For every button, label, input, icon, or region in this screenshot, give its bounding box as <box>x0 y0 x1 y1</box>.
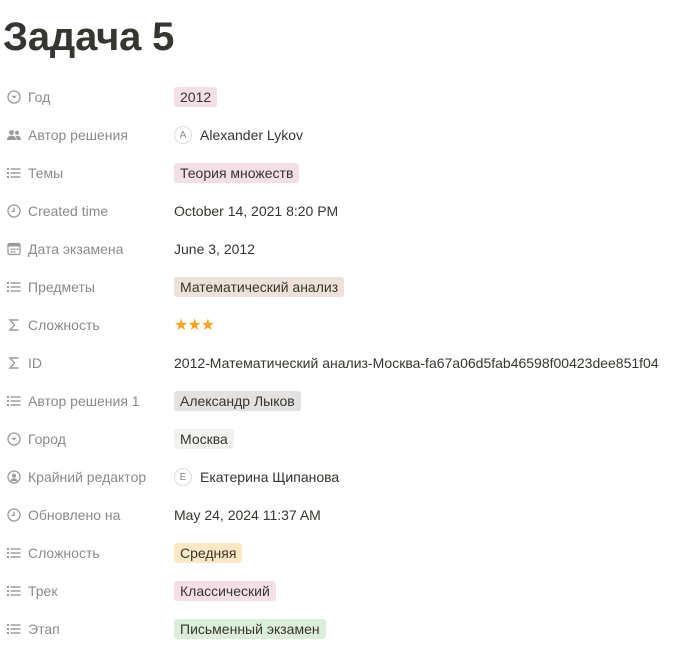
property-label: Темы <box>28 165 64 181</box>
property-label: ID <box>28 355 42 371</box>
property-value[interactable]: Математический анализ <box>174 268 676 306</box>
property-row: Этап Письменный экзамен <box>0 610 680 648</box>
avatar: E <box>174 468 192 486</box>
property-row: Created time October 14, 2021 8:20 PM <box>0 192 680 230</box>
value-text: June 3, 2012 <box>174 241 255 257</box>
property-label: Дата экзамена <box>28 241 124 257</box>
person-circle-icon <box>6 469 22 485</box>
tag[interactable]: 2012 <box>174 87 218 107</box>
property-label: Сложность <box>28 545 100 561</box>
property-value[interactable]: Классический <box>174 572 676 610</box>
tag[interactable]: Письменный экзамен <box>174 619 326 639</box>
tag[interactable]: Москва <box>174 429 234 449</box>
property-row: Темы Теория множеств <box>0 154 680 192</box>
list-icon <box>6 393 22 409</box>
clock-icon <box>6 507 22 523</box>
select-icon <box>6 89 22 105</box>
property-name[interactable]: Темы <box>6 154 166 192</box>
property-value[interactable]: May 24, 2024 11:37 AM <box>174 496 676 534</box>
property-value[interactable]: October 14, 2021 8:20 PM <box>174 192 676 230</box>
property-row: Сложность ★★★ <box>0 306 680 344</box>
calendar-icon <box>6 241 22 257</box>
property-label: Этап <box>28 621 60 637</box>
property-row: Трек Классический <box>0 572 680 610</box>
value-text: October 14, 2021 8:20 PM <box>174 203 339 219</box>
person-name: Alexander Lykov <box>200 127 303 143</box>
property-name[interactable]: Автор решения 1 <box>6 382 166 420</box>
property-name[interactable]: Сложность <box>6 306 166 344</box>
property-label: Трек <box>28 583 58 599</box>
list-icon <box>6 545 22 561</box>
tag[interactable]: Александр Лыков <box>174 391 301 411</box>
property-label: Год <box>28 89 51 105</box>
property-label: Автор решения 1 <box>28 393 140 409</box>
property-value[interactable]: Теория множеств <box>174 154 676 192</box>
select-icon <box>6 431 22 447</box>
value-text: 2012-Математический анализ-Москва-fa67a0… <box>174 355 659 371</box>
property-name[interactable]: Крайний редактор <box>6 458 166 496</box>
property-name[interactable]: Предметы <box>6 268 166 306</box>
people-icon <box>6 127 22 143</box>
property-value[interactable]: Средняя <box>174 534 676 572</box>
sigma-icon <box>6 317 22 333</box>
property-value[interactable]: E Екатерина Щипанова <box>174 458 676 496</box>
property-row: Дата экзамена June 3, 2012 <box>0 230 680 268</box>
property-row: Автор решения A Alexander Lykov <box>0 116 680 154</box>
property-row: Сложность Средняя <box>0 534 680 572</box>
sigma-icon <box>6 355 22 371</box>
star-rating: ★★★ <box>174 317 215 334</box>
avatar: A <box>174 126 192 144</box>
property-label: Крайний редактор <box>28 469 147 485</box>
property-row: Год 2012 <box>0 78 680 116</box>
page: Задача 5 Год 2012 Автор решения A Alexander … <box>0 0 680 660</box>
tag[interactable]: Средняя <box>174 543 243 563</box>
clock-icon <box>6 203 22 219</box>
property-value[interactable]: ★★★ <box>174 306 676 344</box>
property-label: Город <box>28 431 66 447</box>
property-name[interactable]: Обновлено на <box>6 496 166 534</box>
property-name[interactable]: Год <box>6 78 166 116</box>
property-row: Город Москва <box>0 420 680 458</box>
list-icon <box>6 583 22 599</box>
list-icon <box>6 279 22 295</box>
property-name[interactable]: Дата экзамена <box>6 230 166 268</box>
property-value[interactable]: A Alexander Lykov <box>174 116 676 154</box>
person-name: Екатерина Щипанова <box>200 469 340 485</box>
tag[interactable]: Математический анализ <box>174 277 345 297</box>
property-value[interactable]: Александр Лыков <box>174 382 676 420</box>
property-name[interactable]: Сложность <box>6 534 166 572</box>
property-value[interactable]: 2012 <box>174 78 676 116</box>
tag[interactable]: Классический <box>174 581 276 601</box>
property-row: Обновлено на May 24, 2024 11:37 AM <box>0 496 680 534</box>
property-name[interactable]: ID <box>6 344 166 382</box>
property-list: Год 2012 Автор решения A Alexander Lykov Темы… <box>0 78 680 648</box>
property-label: Обновлено на <box>28 507 121 523</box>
property-row: Предметы Математический анализ <box>0 268 680 306</box>
property-name[interactable]: Трек <box>6 572 166 610</box>
value-text: May 24, 2024 11:37 AM <box>174 507 321 523</box>
property-row: Автор решения 1 Александр Лыков <box>0 382 680 420</box>
property-value[interactable]: 2012-Математический анализ-Москва-fa67a0… <box>174 344 676 382</box>
property-label: Created time <box>28 203 109 219</box>
property-row: Крайний редактор E Екатерина Щипанова <box>0 458 680 496</box>
property-label: Предметы <box>28 279 95 295</box>
property-name[interactable]: Created time <box>6 192 166 230</box>
property-label: Сложность <box>28 317 100 333</box>
property-name[interactable]: Этап <box>6 610 166 648</box>
property-name[interactable]: Автор решения <box>6 116 166 154</box>
property-name[interactable]: Город <box>6 420 166 458</box>
property-row: ID 2012-Математический анализ-Москва-fa67… <box>0 344 680 382</box>
property-value[interactable]: Письменный экзамен <box>174 610 676 648</box>
property-value[interactable]: June 3, 2012 <box>174 230 676 268</box>
list-icon <box>6 165 22 181</box>
tag[interactable]: Теория множеств <box>174 163 300 183</box>
property-label: Автор решения <box>28 127 128 143</box>
property-value[interactable]: Москва <box>174 420 676 458</box>
list-icon <box>6 621 22 637</box>
page-title[interactable]: Задача 5 <box>3 12 174 62</box>
